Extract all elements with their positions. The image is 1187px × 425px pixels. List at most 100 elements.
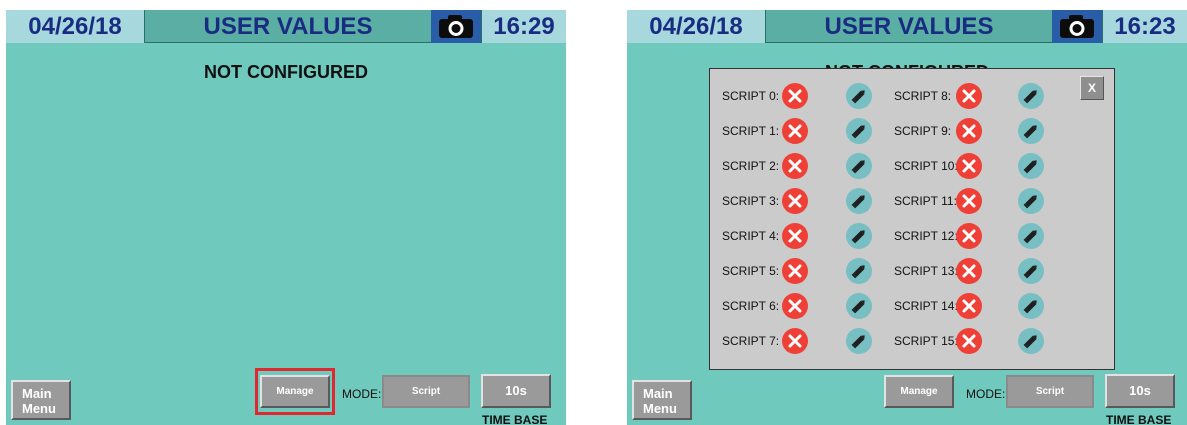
pencil-icon [846,90,872,113]
script-row: SCRIPT 7: [722,328,872,354]
edit-script-button[interactable] [846,118,872,144]
delete-script-button[interactable] [956,223,982,249]
x-circle-icon [956,89,982,113]
manage-button[interactable]: Manage [260,375,330,408]
delete-script-button[interactable] [956,188,982,214]
header-bar: 04/26/18 USER VALUES 16:29 [6,10,566,43]
page-title: USER VALUES [203,13,373,40]
main-menu-label-line2: Menu [643,401,677,416]
pencil-icon [846,125,872,148]
delete-script-button[interactable] [956,293,982,319]
delete-script-button[interactable] [782,258,808,284]
delete-script-button[interactable] [782,153,808,179]
delete-script-button[interactable] [782,223,808,249]
header-date: 04/26/18 [6,10,145,43]
script-label: SCRIPT 1: [722,124,780,138]
script-label: SCRIPT 7: [722,334,780,348]
delete-script-button[interactable] [956,153,982,179]
script-row: SCRIPT 9: [894,118,1044,144]
script-label: SCRIPT 4: [722,229,780,243]
pencil-icon [846,160,872,183]
edit-script-button[interactable] [846,153,872,179]
edit-script-button[interactable] [1018,258,1044,284]
edit-script-button[interactable] [846,83,872,109]
mode-label: MODE: [966,387,1006,401]
edit-script-button[interactable] [1018,153,1044,179]
script-row: SCRIPT 3: [722,188,872,214]
camera-icon [439,15,473,38]
script-row: SCRIPT 14: [894,293,1044,319]
camera-button[interactable] [1052,10,1102,43]
script-label: SCRIPT 3: [722,194,780,208]
pencil-icon [846,195,872,218]
edit-script-button[interactable] [1018,188,1044,214]
edit-script-button[interactable] [1018,223,1044,249]
edit-script-button[interactable] [1018,118,1044,144]
pencil-icon [1018,160,1044,183]
x-circle-icon [782,299,808,323]
script-label: SCRIPT 15: [894,334,958,348]
header-date: 04/26/18 [627,10,766,43]
script-label: SCRIPT 5: [722,264,780,278]
main-menu-button[interactable]: Main Menu [632,380,692,420]
edit-script-button[interactable] [846,328,872,354]
pencil-icon [846,265,872,288]
close-dialog-button[interactable]: X [1080,76,1104,100]
script-row: SCRIPT 0: [722,83,872,109]
delete-script-button[interactable] [782,118,808,144]
main-menu-button[interactable]: Main Menu [11,380,71,420]
header-time: 16:23 [1102,10,1187,43]
mode-select-button[interactable]: Script [1006,375,1094,408]
x-circle-icon [956,194,982,218]
x-circle-icon [956,229,982,253]
pencil-icon [1018,265,1044,288]
x-circle-icon [956,334,982,358]
edit-script-button[interactable] [1018,293,1044,319]
time-base-label: TIME BASE [482,413,548,425]
main-menu-label-line1: Main [22,386,52,401]
script-row: SCRIPT 1: [722,118,872,144]
script-row: SCRIPT 6: [722,293,872,319]
x-circle-icon [956,299,982,323]
x-circle-icon [782,229,808,253]
script-label: SCRIPT 6: [722,299,780,313]
pencil-icon [1018,230,1044,253]
delete-script-button[interactable] [956,328,982,354]
script-manager-dialog: X SCRIPT 0: SCRIPT 1: SCRIPT 2: SCRIPT 3: SC… [709,68,1115,370]
edit-script-button[interactable] [1018,83,1044,109]
camera-button[interactable] [431,10,481,43]
delete-script-button[interactable] [782,328,808,354]
script-label: SCRIPT 2: [722,159,780,173]
script-row: SCRIPT 5: [722,258,872,284]
time-base-button[interactable]: 10s [1105,374,1175,408]
delete-script-button[interactable] [956,258,982,284]
delete-script-button[interactable] [956,83,982,109]
pencil-icon [846,300,872,323]
edit-script-button[interactable] [846,293,872,319]
edit-script-button[interactable] [846,258,872,284]
delete-script-button[interactable] [782,188,808,214]
manage-button[interactable]: Manage [884,375,954,408]
main-menu-label-line2: Menu [22,401,56,416]
time-base-button[interactable]: 10s [481,374,551,408]
edit-script-button[interactable] [1018,328,1044,354]
delete-script-button[interactable] [956,118,982,144]
camera-icon [1060,15,1094,38]
edit-script-button[interactable] [846,188,872,214]
edit-script-button[interactable] [846,223,872,249]
script-label: SCRIPT 13: [894,264,958,278]
x-circle-icon [956,159,982,183]
script-row: SCRIPT 15: [894,328,1044,354]
x-circle-icon [956,264,982,288]
script-label: SCRIPT 14: [894,299,958,313]
script-label: SCRIPT 9: [894,124,952,138]
mode-select-button[interactable]: Script [382,375,470,408]
mode-label: MODE: [342,387,382,401]
pencil-icon [846,230,872,253]
delete-script-button[interactable] [782,83,808,109]
x-circle-icon [782,264,808,288]
pencil-icon [1018,300,1044,323]
main-menu-label-line1: Main [643,386,673,401]
script-row: SCRIPT 12: [894,223,1044,249]
delete-script-button[interactable] [782,293,808,319]
